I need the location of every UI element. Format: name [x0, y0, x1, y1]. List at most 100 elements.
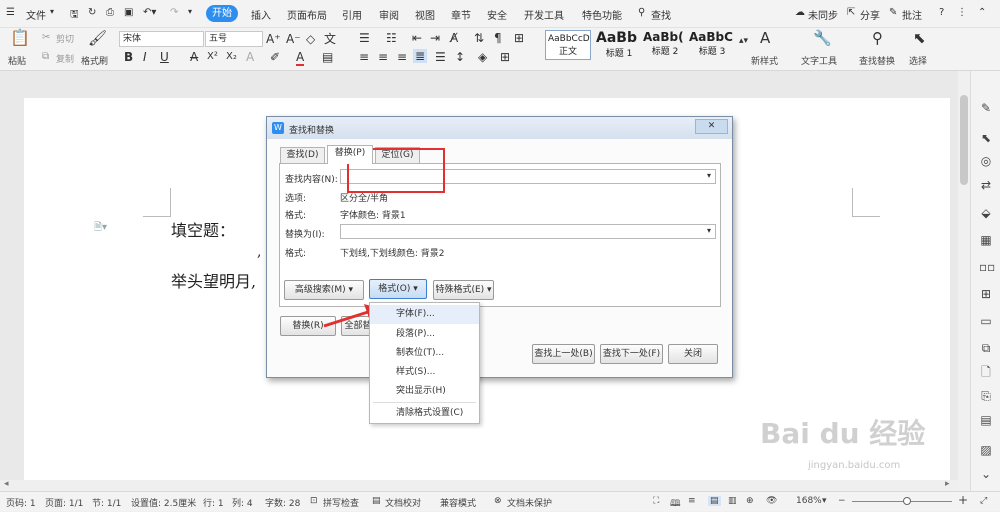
fullscreen-icon[interactable]: ⛶	[653, 496, 659, 506]
share-button[interactable]: 分享	[860, 7, 880, 22]
vertical-scroll-thumb[interactable]	[960, 95, 968, 185]
scroll-down-icon[interactable]: ⌄	[979, 467, 993, 481]
vertical-scrollbar[interactable]	[958, 71, 970, 480]
distributed-icon[interactable]: ☰	[435, 50, 446, 64]
find-replace-label[interactable]: 查找替换	[859, 54, 895, 67]
table-border-icon[interactable]: ⊞	[500, 50, 510, 64]
comment-button[interactable]: 批注	[902, 7, 922, 22]
proofread-icon[interactable]: ▤	[372, 496, 381, 506]
replace-input[interactable]: ▾	[340, 224, 716, 239]
tab-find[interactable]: 查找(D)	[280, 147, 325, 163]
format-painter-label[interactable]: 格式刷	[81, 54, 108, 67]
document-icon[interactable]: 🗋	[979, 365, 993, 379]
tab-security[interactable]: 安全	[487, 7, 507, 22]
bold-icon[interactable]: B	[124, 50, 133, 64]
superscript-icon[interactable]: X²	[207, 50, 218, 64]
menu-item-tabs[interactable]: 制表位(T)...	[370, 344, 479, 363]
find-replace-icon[interactable]: ⚲	[872, 31, 883, 46]
zoom-slider[interactable]	[852, 501, 952, 502]
spell-check-icon[interactable]: ⊡	[310, 496, 318, 506]
fit-page-icon[interactable]: ⤢	[980, 496, 987, 506]
location-icon[interactable]: ◎	[979, 154, 993, 168]
tab-special-features[interactable]: 特色功能	[582, 7, 622, 22]
tab-page-layout[interactable]: 页面布局	[287, 7, 327, 22]
protection-status[interactable]: 文档未保护	[507, 496, 552, 509]
image-icon[interactable]: ▨	[979, 443, 993, 457]
comment-icon[interactable]: ✎	[889, 7, 897, 18]
highlight-icon[interactable]: ✐	[270, 50, 280, 64]
copy-doc-icon[interactable]: ⧉	[979, 341, 993, 355]
horizontal-scrollbar[interactable]: ◂ ▸	[0, 479, 958, 491]
zoom-level[interactable]: 168%	[796, 496, 822, 506]
menu-item-font[interactable]: 字体(F)...	[370, 305, 479, 324]
grid-icon[interactable]: ⊞	[979, 287, 993, 301]
read-mode-icon[interactable]: 🕮	[670, 496, 681, 512]
web-view-icon[interactable]: ▥	[728, 496, 737, 506]
shading-icon[interactable]: ◈	[478, 50, 487, 64]
sort-icon[interactable]: ⇅	[474, 31, 484, 45]
pinyin-icon[interactable]: 文	[324, 32, 336, 46]
copy-label[interactable]: 复制	[56, 52, 74, 65]
style-heading-3[interactable]: AaBbC 标题 3	[689, 30, 735, 60]
tab-chapter[interactable]: 章节	[451, 7, 471, 22]
tab-review[interactable]: 审阅	[379, 7, 399, 22]
archive-icon[interactable]: ▤	[979, 413, 993, 427]
special-format-button[interactable]: 特殊格式(E) ▾	[433, 280, 494, 300]
table-icon[interactable]: ▦	[979, 233, 993, 247]
font-grow-icon[interactable]: A⁺	[266, 32, 281, 46]
globe-icon[interactable]: ⊕	[746, 496, 754, 506]
save-icon[interactable]: 🖫	[70, 7, 79, 24]
advanced-search-button[interactable]: 高级搜索(M) ▾	[284, 280, 364, 300]
char-shading-icon[interactable]: ▤	[322, 50, 333, 64]
menu-item-paragraph[interactable]: 段落(P)...	[370, 325, 479, 344]
close-button[interactable]: 关闭	[668, 344, 718, 364]
replace-history-chevron-icon[interactable]: ▾	[707, 226, 711, 235]
new-style-icon[interactable]: A	[760, 31, 770, 46]
zoom-slider-thumb[interactable]	[903, 497, 911, 505]
indent-icon[interactable]: ⇥	[430, 31, 440, 45]
zoom-out-button[interactable]: −	[838, 496, 846, 506]
find-next-button[interactable]: 查找下一处(F)	[600, 344, 663, 364]
paragraph-handle-icon[interactable]: 🗎▾	[94, 220, 107, 237]
zoom-chevron-icon[interactable]: ▾	[822, 496, 827, 506]
transfer-icon[interactable]: ⇄	[979, 178, 993, 192]
export-icon[interactable]: ↻	[88, 7, 96, 18]
show-marks-icon[interactable]: ¶	[494, 31, 502, 45]
outline-view-icon[interactable]: ≡	[688, 496, 696, 506]
line-spacing-icon[interactable]: ↕	[455, 50, 465, 64]
borders-icon[interactable]: ⊞	[514, 31, 524, 45]
strikethrough-icon[interactable]: A	[190, 50, 198, 64]
paste-icon[interactable]: 📋	[10, 30, 30, 46]
apps-icon[interactable]: ▫▫	[979, 260, 995, 274]
style-normal[interactable]: AaBbCcDd 正文	[545, 30, 591, 60]
style-heading-1[interactable]: AaBb 标题 1	[596, 30, 642, 60]
clear-format-icon[interactable]: ◇	[306, 32, 315, 46]
select-icon[interactable]: ⬉	[913, 31, 926, 46]
scroll-right-icon[interactable]: ▸	[945, 479, 950, 489]
find-previous-button[interactable]: 查找上一处(B)	[532, 344, 595, 364]
dialog-titlebar[interactable]: W 查找和替换 ✕	[267, 117, 732, 139]
cloud-sync-icon[interactable]: ☁	[795, 7, 805, 18]
share-icon[interactable]: ⇱	[847, 7, 855, 18]
align-right-icon[interactable]: ≡	[397, 50, 407, 64]
tab-references[interactable]: 引用	[342, 7, 362, 22]
font-size-select[interactable]: 五号	[205, 31, 263, 47]
font-shrink-icon[interactable]: A⁻	[286, 32, 301, 46]
preview-icon[interactable]: ▣	[124, 7, 133, 18]
protect-icon[interactable]: ⊗	[494, 496, 502, 506]
quick-access-chevron-icon[interactable]: ▾	[188, 7, 192, 16]
scroll-left-icon[interactable]: ◂	[4, 479, 9, 489]
collapse-ribbon-icon[interactable]: ⌃	[978, 7, 986, 18]
eye-protect-icon[interactable]: 👁	[766, 496, 777, 506]
chevron-down-icon[interactable]: ▾	[50, 7, 54, 16]
tab-insert[interactable]: 插入	[251, 7, 271, 22]
align-center-icon[interactable]: ≡	[378, 50, 388, 64]
page-view-icon[interactable]: ▤	[708, 496, 721, 506]
more-icon[interactable]: ⋮	[957, 7, 967, 18]
style-heading-2[interactable]: AaBb( 标题 2	[643, 30, 687, 60]
new-style-label[interactable]: 新样式	[751, 54, 778, 67]
copy-icon[interactable]: ⧉	[42, 50, 49, 64]
bullets-icon[interactable]: ☰	[359, 31, 370, 45]
tab-replace[interactable]: 替换(P)	[327, 145, 373, 164]
menu-item-highlight[interactable]: 突出显示(H)	[370, 382, 479, 401]
